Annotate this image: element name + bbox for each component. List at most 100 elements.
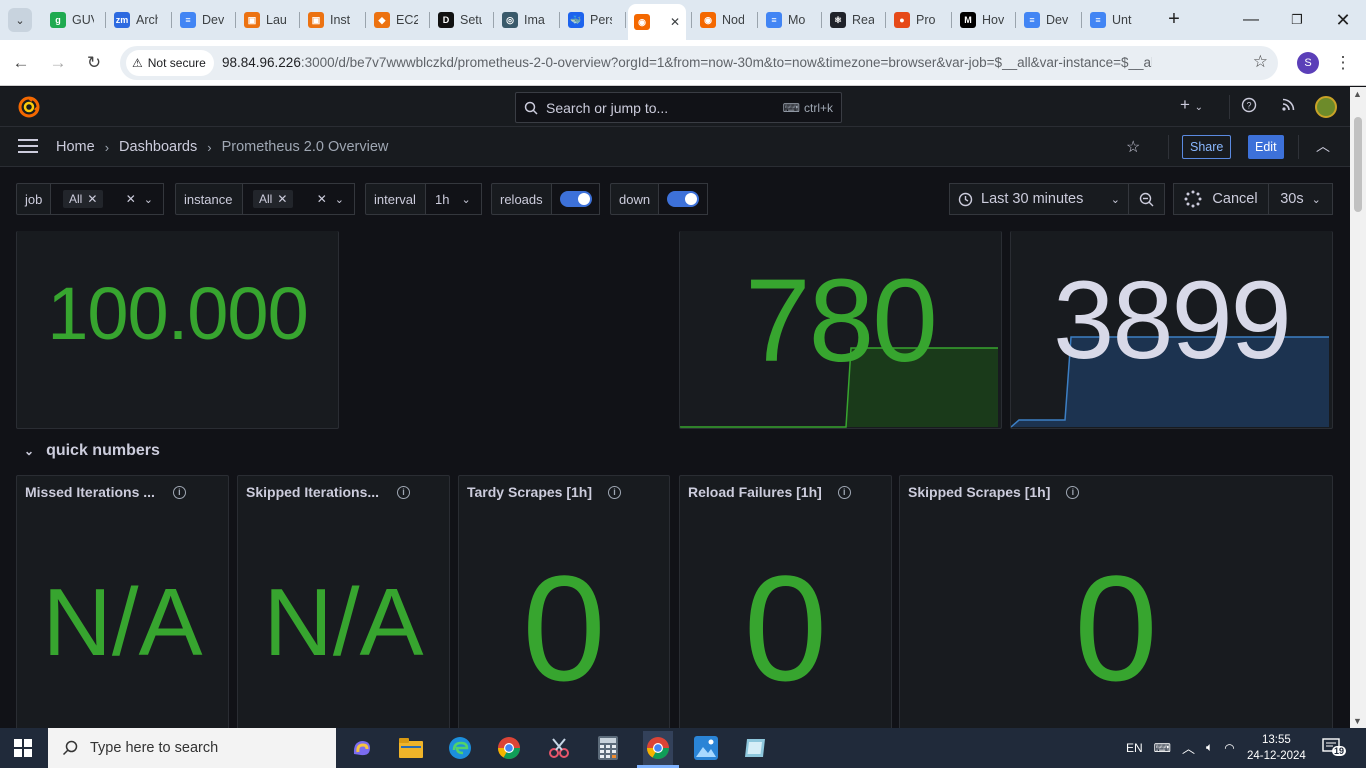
info-icon[interactable]: i <box>608 485 622 499</box>
scroll-down-icon[interactable]: ▼ <box>1353 716 1362 726</box>
zoom-out-button[interactable] <box>1129 183 1165 215</box>
volume-icon[interactable]: 🔈︎ <box>1206 740 1213 755</box>
browser-tab[interactable]: ◉ Nod <box>694 4 750 36</box>
chevron-up-icon[interactable]: ︿ <box>1316 136 1330 156</box>
user-avatar[interactable] <box>1315 96 1337 118</box>
menu-icon[interactable] <box>18 139 38 155</box>
page-title: Prometheus 2.0 Overview <box>221 139 389 155</box>
browser-tab[interactable]: g GUVI <box>44 4 100 36</box>
job-variable-select[interactable]: All ✕ ✕ ⌄ <box>51 183 164 215</box>
stat-value: 0 <box>522 544 606 712</box>
bookmark-star-icon[interactable]: ☆ <box>1253 52 1268 72</box>
browser-tab[interactable]: ⚛ Rea <box>824 4 880 36</box>
not-secure-badge[interactable]: ⚠ Not secure <box>126 50 214 76</box>
info-icon[interactable]: i <box>1066 485 1080 499</box>
new-tab-button[interactable]: + <box>1162 7 1186 31</box>
browser-tab[interactable]: ◉ ✕ <box>628 4 686 40</box>
row-title: quick numbers <box>46 442 160 459</box>
photos-icon[interactable] <box>692 734 720 762</box>
url-text[interactable]: 98.84.96.226:3000/d/be7v7wwwblczkd/prome… <box>222 55 1152 70</box>
down-toggle[interactable] <box>667 191 699 207</box>
minimize-icon[interactable]: — <box>1239 8 1263 32</box>
cancel-refresh-button[interactable]: Cancel <box>1173 183 1269 215</box>
profile-avatar[interactable]: S <box>1297 52 1319 74</box>
reloads-variable-label: reloads <box>491 183 552 215</box>
edge-icon[interactable] <box>446 734 474 762</box>
instance-variable-select[interactable]: All ✕ ✕ ⌄ <box>243 183 355 215</box>
browser-tab[interactable]: D Setu <box>432 4 488 36</box>
browser-tab[interactable]: M Hov <box>954 4 1010 36</box>
restore-icon[interactable]: ❐ <box>1285 8 1309 32</box>
stat-panel[interactable]: Reload Failures [1h] i 0 <box>679 475 892 735</box>
stat-panel[interactable]: Skipped Scrapes [1h] i 0 <box>899 475 1333 735</box>
close-tab-icon[interactable]: ✕ <box>670 15 680 29</box>
app-icon[interactable] <box>741 734 769 762</box>
search-shortcut: ⌨ ctrl+k <box>783 101 833 115</box>
keyboard-icon[interactable]: ⌨ <box>1154 741 1171 755</box>
clear-icon[interactable]: ✕ <box>317 192 327 206</box>
calculator-icon[interactable] <box>594 734 622 762</box>
chrome-icon[interactable] <box>495 734 523 762</box>
news-feed-icon[interactable] <box>1281 97 1296 116</box>
interval-variable-select[interactable]: 1h ⌄ <box>426 183 482 215</box>
tab-search-icon[interactable]: ⌄ <box>8 8 32 32</box>
stat-panel-sparkline-2[interactable]: 3899 <box>1010 231 1333 429</box>
language-indicator[interactable]: EN <box>1126 741 1143 755</box>
browser-tab[interactable]: ▣ Lau <box>238 4 294 36</box>
windows-start-icon[interactable] <box>14 739 32 757</box>
browser-tab[interactable]: ≡ Mo <box>760 4 816 36</box>
stat-panel[interactable]: Missed Iterations ... i N/A <box>16 475 229 735</box>
back-icon[interactable]: ← <box>10 52 32 74</box>
stat-panel[interactable]: Tardy Scrapes [1h] i 0 <box>458 475 670 735</box>
add-icon[interactable]: + ⌄ <box>1180 95 1203 115</box>
wifi-icon[interactable]: ◠ <box>1224 741 1234 755</box>
browser-tab[interactable]: ≡ Dev <box>174 4 230 36</box>
reloads-toggle[interactable] <box>559 191 592 207</box>
remove-icon[interactable]: ✕ <box>87 192 97 206</box>
clock[interactable]: 13:55 24-12-2024 <box>1247 732 1306 764</box>
close-window-icon[interactable]: ✕ <box>1331 8 1355 32</box>
browser-tab[interactable]: zm Arch <box>108 4 164 36</box>
taskbar-search-input[interactable]: Type here to search <box>48 728 336 768</box>
browser-tab[interactable]: 🐳 Pers <box>562 4 618 36</box>
browser-tab[interactable]: ≡ Dev <box>1018 4 1074 36</box>
info-icon[interactable]: i <box>172 485 186 499</box>
snipping-tool-icon[interactable] <box>545 734 573 762</box>
copilot-icon[interactable] <box>348 734 376 762</box>
address-bar[interactable]: ⚠ Not secure 98.84.96.226:3000/d/be7v7ww… <box>120 46 1278 80</box>
edit-button[interactable]: Edit <box>1248 135 1284 159</box>
time-range-picker[interactable]: Last 30 minutes ⌄ <box>949 183 1129 215</box>
uptime-stat-panel[interactable]: 100.000 <box>16 231 339 429</box>
star-icon[interactable]: ☆ <box>1126 137 1140 157</box>
info-icon[interactable]: i <box>397 485 411 499</box>
browser-menu-icon[interactable]: ⋮ <box>1333 52 1353 74</box>
refresh-interval-select[interactable]: 30s ⌄ <box>1269 183 1333 215</box>
info-icon[interactable]: i <box>837 485 851 499</box>
breadcrumb-home[interactable]: Home <box>56 139 95 155</box>
stat-panel-sparkline-1[interactable]: 780 <box>679 231 1002 429</box>
clear-icon[interactable]: ✕ <box>126 192 136 206</box>
page-scrollbar[interactable]: ▲ ▼ <box>1350 87 1366 728</box>
file-explorer-icon[interactable] <box>397 734 425 762</box>
grafana-logo-icon[interactable] <box>18 96 40 118</box>
row-header-quick-numbers[interactable]: ⌄ quick numbers <box>24 442 160 460</box>
breadcrumb-dashboards[interactable]: Dashboards <box>119 139 197 155</box>
stat-value: 100.000 <box>47 272 309 355</box>
scrollbar-thumb[interactable] <box>1354 117 1362 212</box>
stat-panel[interactable]: Skipped Iterations... i N/A <box>237 475 450 735</box>
search-input[interactable]: Search or jump to... ⌨ ctrl+k <box>515 92 842 123</box>
scroll-up-icon[interactable]: ▲ <box>1353 89 1362 99</box>
help-icon[interactable]: ? <box>1241 97 1257 117</box>
chrome-active-icon[interactable] <box>643 731 673 765</box>
notification-center-icon[interactable]: 19 <box>1322 738 1347 758</box>
forward-icon[interactable]: → <box>47 52 69 74</box>
chevron-up-icon[interactable]: ︿ <box>1182 738 1195 757</box>
browser-tab[interactable]: ● Pro <box>888 4 944 36</box>
reload-icon[interactable]: ↻ <box>83 52 105 74</box>
remove-icon[interactable]: ✕ <box>277 192 287 206</box>
browser-tab[interactable]: ◎ Ima <box>496 4 552 36</box>
share-button[interactable]: Share <box>1182 135 1232 159</box>
browser-tab[interactable]: ◆ EC2 <box>368 4 424 36</box>
browser-tab[interactable]: ≡ Unt <box>1084 4 1140 36</box>
browser-tab[interactable]: ▣ Inst <box>302 4 358 36</box>
